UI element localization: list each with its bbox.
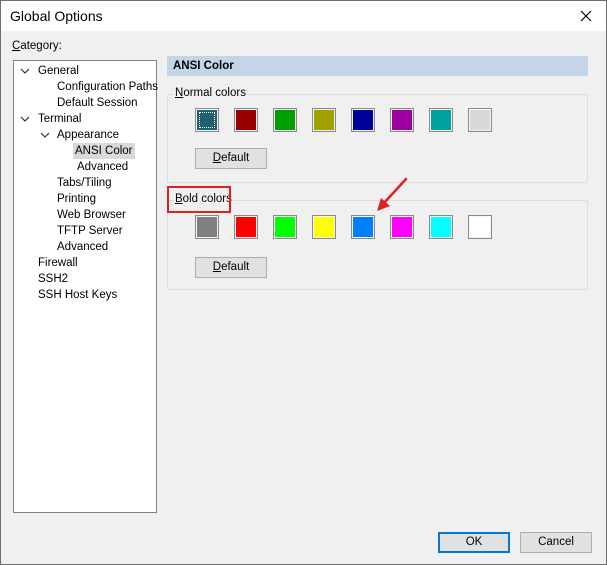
- normal-color-swatch-2[interactable]: [234, 108, 258, 132]
- normal-color-swatch-fill: [197, 110, 217, 130]
- normal-color-swatch-fill: [392, 110, 412, 130]
- red-arrow-annotation: [377, 177, 408, 211]
- tree-item-firewall[interactable]: Firewall: [36, 255, 80, 271]
- normal-color-swatch-fill: [470, 110, 490, 130]
- normal-color-swatch-5[interactable]: [351, 108, 375, 132]
- tree-item-printing[interactable]: Printing: [55, 191, 98, 207]
- bold-color-swatch-6[interactable]: [390, 215, 414, 239]
- normal-colors-text: ormal colors: [183, 87, 246, 99]
- bold-color-swatch-fill: [431, 217, 451, 237]
- bold-default-text: efault: [221, 261, 250, 273]
- normal-default-mnemonic: D: [212, 152, 222, 164]
- normal-color-swatch-1[interactable]: [195, 108, 219, 132]
- tree-item-appearance-advanced[interactable]: Advanced: [75, 159, 130, 175]
- bold-default-mnemonic: D: [212, 261, 222, 273]
- bold-color-swatch-2[interactable]: [234, 215, 258, 239]
- normal-default-button[interactable]: Default: [195, 148, 267, 169]
- normal-color-swatch-fill: [353, 110, 373, 130]
- tree-item-default-session[interactable]: Default Session: [55, 95, 140, 111]
- normal-default-text: efault: [221, 152, 250, 164]
- bold-color-swatch-fill: [197, 217, 217, 237]
- normal-colors-label: Normal colors: [174, 87, 247, 99]
- tree-item-tftp-server[interactable]: TFTP Server: [55, 223, 125, 239]
- ok-button[interactable]: OK: [438, 532, 510, 553]
- close-icon: [580, 10, 592, 22]
- normal-color-swatch-fill: [236, 110, 256, 130]
- tree-item-terminal[interactable]: Terminal: [36, 111, 83, 127]
- close-button[interactable]: [572, 3, 600, 29]
- tree-item-web-browser[interactable]: Web Browser: [55, 207, 128, 223]
- bold-color-swatch-fill: [353, 217, 373, 237]
- bold-color-swatch-8[interactable]: [468, 215, 492, 239]
- tree-item-appearance[interactable]: Appearance: [55, 127, 121, 143]
- tree-item-tabs-tiling[interactable]: Tabs/Tiling: [55, 175, 114, 191]
- tree-item-terminal-advanced[interactable]: Advanced: [55, 239, 110, 255]
- bold-color-swatch-7[interactable]: [429, 215, 453, 239]
- category-tree[interactable]: General Configuration Paths Default Sess…: [13, 60, 160, 513]
- normal-color-swatch-3[interactable]: [273, 108, 297, 132]
- normal-color-swatch-fill: [431, 110, 451, 130]
- bold-colors-highlight-box: [167, 186, 231, 213]
- chevron-down-icon[interactable]: [20, 63, 30, 79]
- global-options-dialog: Global Options Category: General Configu…: [0, 0, 607, 565]
- chevron-down-icon[interactable]: [20, 111, 30, 127]
- chevron-down-icon[interactable]: [40, 127, 50, 143]
- normal-color-swatch-6[interactable]: [390, 108, 414, 132]
- panel-header: ANSI Color: [167, 56, 588, 76]
- bold-color-swatch-fill: [470, 217, 490, 237]
- bold-color-swatch-3[interactable]: [273, 215, 297, 239]
- bold-color-swatch-fill: [275, 217, 295, 237]
- tree-item-general[interactable]: General: [36, 63, 81, 79]
- normal-color-swatch-8[interactable]: [468, 108, 492, 132]
- normal-color-swatch-7[interactable]: [429, 108, 453, 132]
- normal-color-swatch-fill: [314, 110, 334, 130]
- tree-item-ssh-host-keys[interactable]: SSH Host Keys: [36, 287, 119, 303]
- bold-default-button[interactable]: Default: [195, 257, 267, 278]
- title-bar: Global Options: [1, 1, 606, 31]
- normal-color-swatch-fill: [275, 110, 295, 130]
- cancel-button[interactable]: Cancel: [520, 532, 592, 553]
- bold-color-swatch-1[interactable]: [195, 215, 219, 239]
- bold-color-swatch-fill: [236, 217, 256, 237]
- tree-item-ssh2[interactable]: SSH2: [36, 271, 70, 287]
- bold-color-swatch-5[interactable]: [351, 215, 375, 239]
- bold-color-swatch-fill: [392, 217, 412, 237]
- category-label-text: ategory:: [20, 40, 62, 52]
- tree-item-ansi-color[interactable]: ANSI Color: [73, 143, 135, 159]
- normal-color-swatch-4[interactable]: [312, 108, 336, 132]
- category-label: Category:: [12, 40, 62, 52]
- bold-color-swatch-fill: [314, 217, 334, 237]
- window-title: Global Options: [10, 8, 103, 24]
- tree-item-configuration-paths[interactable]: Configuration Paths: [55, 79, 160, 95]
- bold-color-swatch-4[interactable]: [312, 215, 336, 239]
- normal-colors-group: [167, 94, 588, 183]
